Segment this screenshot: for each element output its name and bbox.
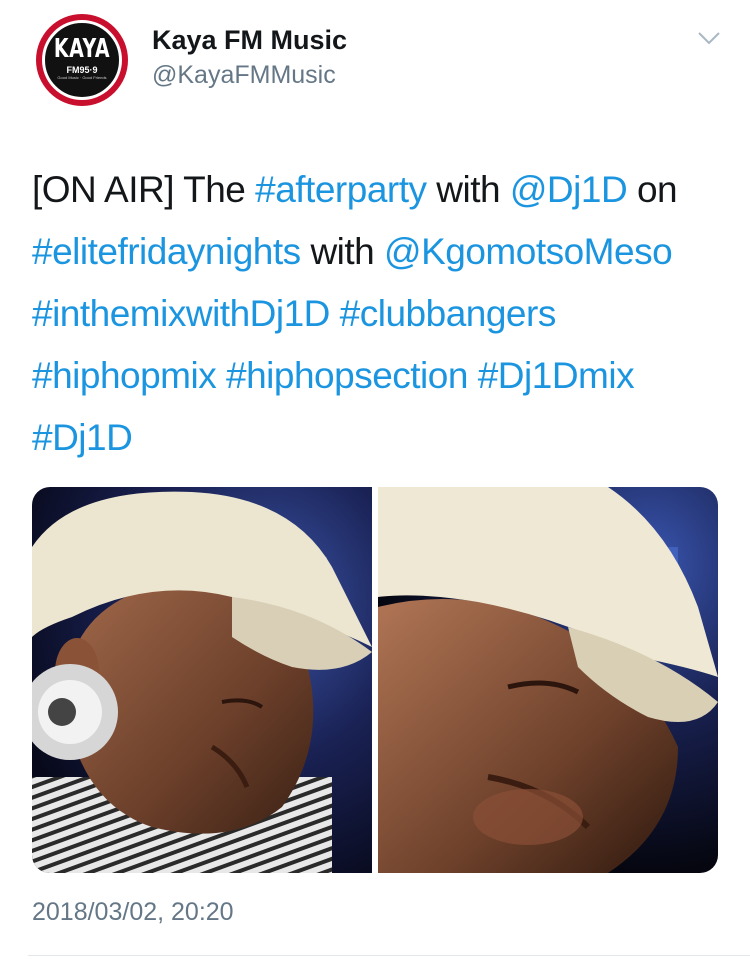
mention-link[interactable]: @Dj1D — [510, 169, 628, 210]
tweet-photo-2[interactable] — [378, 487, 718, 873]
tweet-text-segment — [330, 293, 340, 334]
tweet-text-segment: with — [426, 169, 510, 210]
hashtag-link[interactable]: #hiphopmix — [32, 355, 217, 396]
media-grid — [32, 487, 718, 873]
mention-link[interactable]: @KgomotsoMeso — [384, 231, 673, 272]
logo-tagline: Good Music · Good Friends — [57, 75, 107, 80]
logo-frequency: FM95·9 — [66, 65, 98, 75]
hashtag-link[interactable]: #hiphopsection — [226, 355, 468, 396]
tweet-timestamp[interactable]: 2018/03/02, 20:20 — [32, 897, 234, 927]
hashtag-link[interactable]: #inthemixwithDj1D — [32, 293, 330, 334]
avatar[interactable]: KAYA FM95·9 Good Music · Good Friends — [36, 14, 128, 106]
user-handle[interactable]: @KayaFMMusic — [152, 60, 336, 90]
divider — [28, 955, 750, 956]
kaya-fm-logo: KAYA FM95·9 Good Music · Good Friends — [42, 20, 122, 100]
hashtag-link[interactable]: #Dj1Dmix — [478, 355, 635, 396]
tweet-text-segment — [468, 355, 478, 396]
logo-text: KAYA — [53, 33, 111, 64]
hashtag-link[interactable]: #afterparty — [255, 169, 427, 210]
tweet-text-segment: on — [627, 169, 678, 210]
tweet-photo-1[interactable] — [32, 487, 372, 873]
tweet-text-segment: with — [300, 231, 385, 272]
tweet-text-segment — [216, 355, 226, 396]
tweet-text-segment: [ON AIR] The — [32, 169, 256, 210]
hashtag-link[interactable]: #elitefridaynights — [32, 231, 301, 272]
display-name[interactable]: Kaya FM Music — [152, 24, 347, 56]
chevron-down-icon[interactable] — [697, 30, 721, 46]
hashtag-link[interactable]: #clubbangers — [340, 293, 557, 334]
tweet-text: [ON AIR] The #afterparty with @Dj1D on #… — [32, 159, 722, 469]
tweet-header: KAYA FM95·9 Good Music · Good Friends Ka… — [0, 0, 750, 120]
hashtag-link[interactable]: #Dj1D — [32, 417, 133, 458]
